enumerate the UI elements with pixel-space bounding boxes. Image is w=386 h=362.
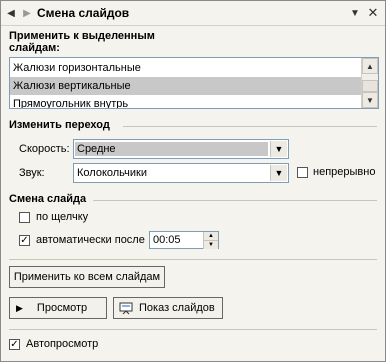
apply-label-line2: слайдам:	[9, 42, 60, 54]
list-item[interactable]: Прямоугольник внутрь	[10, 95, 362, 108]
transition-list[interactable]: Жалюзи горизонтальные Жалюзи вертикальны…	[9, 57, 379, 109]
autopreview-label: Автопросмотр	[26, 338, 99, 350]
spin-down-icon[interactable]: ▼	[203, 240, 218, 249]
auto-time-value: 00:05	[153, 234, 181, 246]
auto-advance-checkbox[interactable]: ✓	[19, 235, 30, 246]
on-click-checkbox[interactable]	[19, 212, 30, 223]
slide-transition-panel: ◀ ▶ Смена слайдов ▼ ✕ Применить к выделе…	[0, 0, 386, 362]
chevron-down-icon[interactable]: ▼	[270, 141, 287, 157]
back-arrow-icon[interactable]: ◀	[3, 5, 19, 21]
advance-section-title: Смена слайда	[9, 193, 87, 205]
preview-label: Просмотр	[36, 302, 88, 314]
sound-label: Звук:	[19, 167, 45, 179]
list-scrollbar[interactable]: ▲ ▼	[361, 58, 378, 108]
scroll-thumb[interactable]	[362, 80, 378, 92]
speed-select[interactable]: Средне ▼	[73, 139, 289, 159]
play-icon: ▶	[16, 302, 23, 313]
panel-title: Смена слайдов	[37, 6, 130, 20]
preview-button[interactable]: ▶ Просмотр	[9, 297, 107, 319]
divider	[9, 329, 377, 330]
apply-label-line1: Применить к выделенным	[9, 30, 155, 42]
sound-value: Колокольчики	[77, 167, 148, 179]
auto-advance-label: автоматически после	[36, 234, 145, 246]
close-icon[interactable]: ✕	[365, 5, 381, 21]
on-click-label: по щелчку	[36, 211, 89, 223]
list-item-selected[interactable]: Жалюзи вертикальные	[10, 77, 362, 95]
slideshow-icon	[119, 302, 133, 314]
modify-section-title: Изменить переход	[9, 119, 110, 131]
loop-checkbox[interactable]	[297, 167, 308, 178]
speed-label: Скорость:	[19, 143, 70, 155]
slideshow-button[interactable]: Показ слайдов	[113, 297, 223, 319]
divider	[93, 200, 377, 201]
apply-label: Применить к выделенным слайдам:	[9, 30, 155, 54]
list-item[interactable]: Жалюзи горизонтальные	[10, 59, 362, 77]
chevron-down-icon[interactable]: ▼	[270, 165, 287, 181]
chevron-down-icon[interactable]: ▼	[347, 5, 363, 21]
auto-time-spinner[interactable]: 00:05 ▲ ▼	[149, 231, 219, 249]
loop-label: непрерывно	[313, 166, 376, 178]
autopreview-checkbox[interactable]: ✓	[9, 339, 20, 350]
spin-up-icon[interactable]: ▲	[203, 232, 218, 240]
apply-all-button[interactable]: Применить ко всем слайдам	[9, 266, 165, 288]
divider	[123, 126, 377, 127]
scroll-up-icon[interactable]: ▲	[362, 58, 378, 74]
apply-all-label: Применить ко всем слайдам	[13, 271, 161, 283]
sound-select[interactable]: Колокольчики ▼	[73, 163, 289, 183]
speed-value: Средне	[75, 142, 268, 156]
scroll-down-icon[interactable]: ▼	[362, 92, 378, 108]
forward-arrow-icon[interactable]: ▶	[19, 5, 35, 21]
slideshow-label: Показ слайдов	[139, 302, 215, 314]
divider	[9, 259, 377, 260]
task-pane-titlebar: ◀ ▶ Смена слайдов ▼ ✕	[1, 1, 385, 26]
